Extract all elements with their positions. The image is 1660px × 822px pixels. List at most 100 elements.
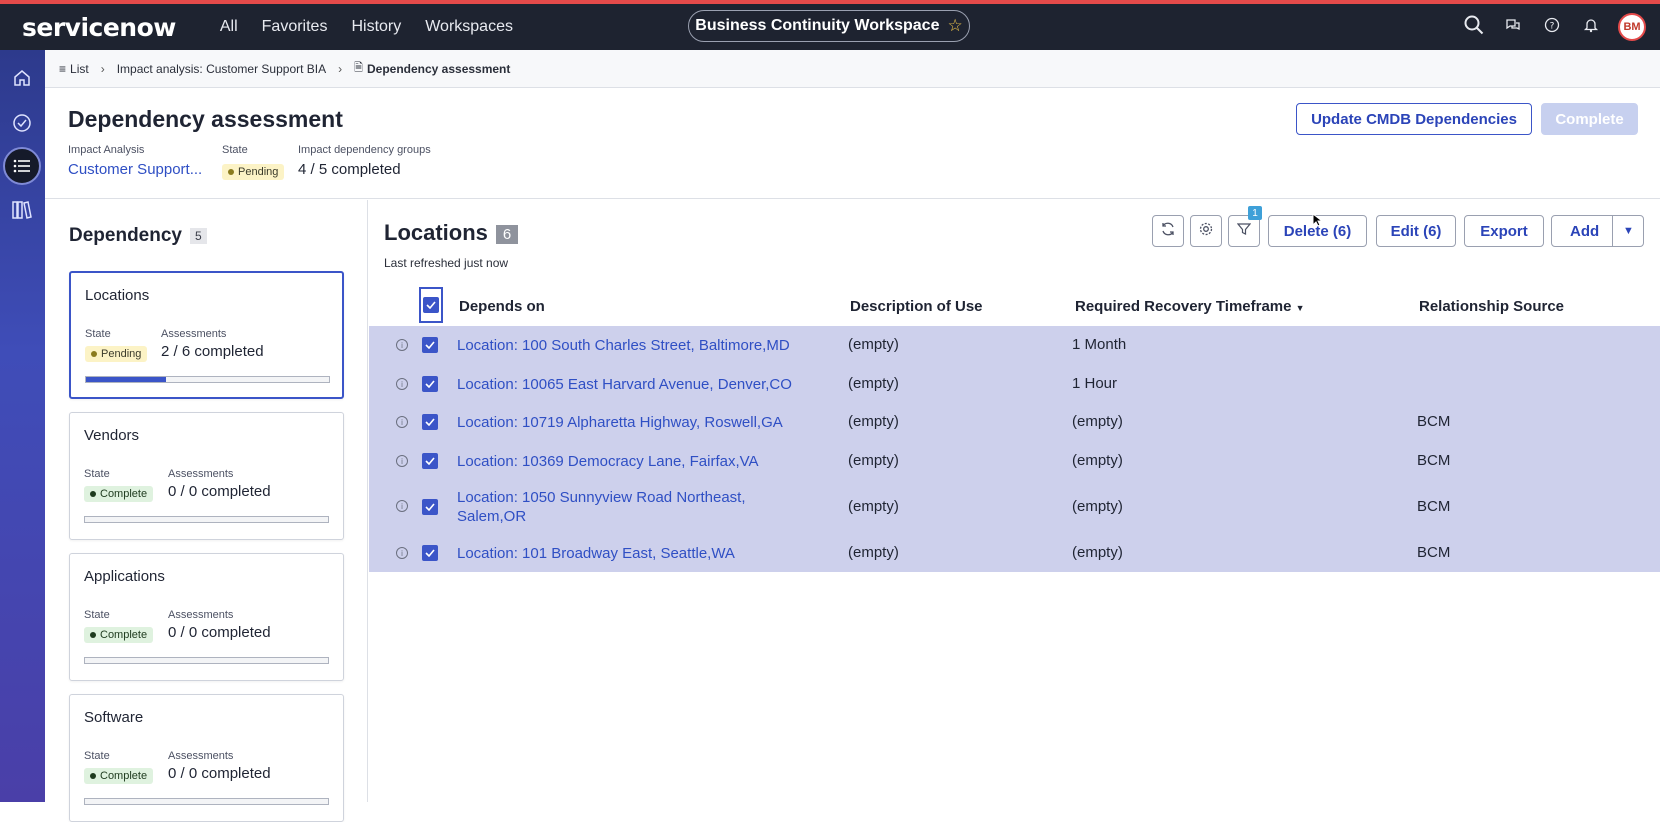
description-cell: (empty) [848, 336, 899, 353]
timeframe-cell: 1 Hour [1072, 375, 1118, 392]
card-state-label: State [84, 609, 110, 621]
table-row[interactable]: i Location: 10065 East Harvard Avenue, D… [369, 365, 1660, 403]
card-state-label: State [85, 328, 111, 340]
complete-button[interactable]: Complete [1541, 103, 1638, 135]
progress-fill [86, 377, 167, 382]
progress-bar [84, 657, 329, 664]
column-relationship-source[interactable]: Relationship Source [1419, 298, 1564, 315]
export-button[interactable]: Export [1464, 215, 1544, 247]
list-icon[interactable] [3, 147, 41, 185]
info-icon[interactable]: i [396, 500, 408, 512]
depends-on-link[interactable]: Location: 10369 Democracy Lane, Fairfax,… [457, 452, 759, 471]
mouse-cursor-icon [1312, 212, 1324, 232]
impact-analysis-link[interactable]: Customer Support... [68, 161, 202, 178]
update-cmdb-dependencies-button[interactable]: Update CMDB Dependencies [1296, 103, 1532, 135]
depends-on-link[interactable]: Location: 10719 Alpharetta Highway, Rosw… [457, 413, 783, 432]
workspace-switcher[interactable]: Business Continuity Workspace ☆ [688, 10, 970, 42]
info-icon[interactable]: i [396, 378, 408, 390]
bell-icon[interactable] [1571, 17, 1610, 38]
table-body: i Location: 100 South Charles Street, Ba… [369, 326, 1660, 572]
card-assessments-value: 0 / 0 completed [168, 624, 271, 641]
row-checkbox[interactable] [422, 414, 438, 430]
star-icon[interactable]: ☆ [947, 16, 962, 36]
timeframe-cell: (empty) [1072, 413, 1123, 430]
dependency-card-applications[interactable]: Applications State Complete Assessments … [69, 553, 344, 681]
row-checkbox[interactable] [422, 545, 438, 561]
table-row[interactable]: i Location: 101 Broadway East, Seattle,W… [369, 534, 1660, 572]
nav-all[interactable]: All [208, 18, 250, 36]
info-icon[interactable]: i [396, 455, 408, 467]
library-icon[interactable] [3, 191, 41, 229]
card-assessments-value: 0 / 0 completed [168, 765, 271, 782]
dependency-panel-title: Dependency 5 [69, 225, 207, 247]
left-rail [0, 50, 45, 802]
avatar[interactable]: BM [1618, 13, 1646, 41]
description-cell: (empty) [848, 498, 899, 515]
nav-history[interactable]: History [339, 18, 413, 36]
table-row[interactable]: i Location: 10369 Democracy Lane, Fairfa… [369, 442, 1660, 480]
help-icon[interactable]: ? [1532, 17, 1571, 38]
servicenow-logo[interactable]: servicenow [22, 13, 176, 42]
add-button-label: Add [1570, 222, 1600, 240]
depends-on-link[interactable]: Location: 100 South Charles Street, Balt… [457, 336, 790, 355]
chevron-right-icon: › [100, 61, 105, 76]
breadcrumb-parent[interactable]: Impact analysis: Customer Support BIA [117, 62, 326, 76]
row-checkbox[interactable] [422, 499, 438, 515]
table-row[interactable]: i Location: 1050 Sunnyview Road Northeas… [369, 480, 1660, 534]
description-cell: (empty) [848, 544, 899, 561]
add-dropdown-chevron-down-icon[interactable]: ▼ [1612, 216, 1644, 246]
card-state-label: State [84, 750, 110, 762]
workspace-name: Business Continuity Workspace [695, 17, 940, 34]
dependency-card-locations[interactable]: Locations State Pending Assessments 2 / … [69, 271, 344, 399]
add-button[interactable]: Add ▼ [1551, 215, 1644, 247]
column-timeframe[interactable]: Required Recovery Timeframe ▼ [1075, 298, 1305, 315]
card-assessments-label: Assessments [168, 609, 234, 621]
top-icons: ? BM [1454, 4, 1660, 50]
groups-label: Impact dependency groups [298, 144, 431, 156]
table-header: Depends on Description of Use Required R… [369, 286, 1660, 326]
column-description[interactable]: Description of Use [850, 298, 983, 315]
info-icon[interactable]: i [396, 416, 408, 428]
description-cell: (empty) [848, 452, 899, 469]
card-name: Vendors [84, 427, 140, 444]
depends-on-link[interactable]: Location: 10065 East Harvard Avenue, Den… [457, 375, 792, 394]
timeframe-cell: (empty) [1072, 544, 1123, 561]
status-badge: Complete [84, 627, 154, 643]
depends-on-link[interactable]: Location: 1050 Sunnyview Road Northeast,… [457, 488, 746, 526]
source-cell: BCM [1417, 413, 1451, 430]
impact-analysis-field: Impact Analysis Customer Support... [68, 144, 202, 178]
settings-button[interactable] [1190, 215, 1222, 247]
nav-workspaces[interactable]: Workspaces [413, 18, 525, 36]
nav-favorites[interactable]: Favorites [250, 18, 340, 36]
top-navigation-bar: servicenow All Favorites History Workspa… [0, 0, 1660, 50]
chevron-right-icon: › [338, 61, 343, 76]
dependency-card-software[interactable]: Software State Complete Assessments 0 / … [69, 694, 344, 822]
edit-button[interactable]: Edit (6) [1376, 215, 1456, 247]
list-title: Locations 6 [384, 220, 519, 246]
row-checkbox[interactable] [422, 453, 438, 469]
breadcrumb-current: Dependency assessment [366, 61, 511, 76]
state-field: State Pending [222, 144, 285, 180]
filter-count-badge: 1 [1248, 206, 1262, 220]
state-label: State [222, 144, 248, 156]
row-checkbox[interactable] [422, 376, 438, 392]
impact-analysis-label: Impact Analysis [68, 144, 145, 156]
dependency-card-vendors[interactable]: Vendors State Complete Assessments 0 / 0… [69, 412, 344, 540]
check-circle-icon[interactable] [3, 104, 41, 142]
table-row[interactable]: i Location: 100 South Charles Street, Ba… [369, 326, 1660, 365]
info-icon[interactable]: i [396, 339, 408, 351]
search-icon[interactable] [1454, 15, 1493, 40]
timeframe-cell: (empty) [1072, 452, 1123, 469]
depends-on-link[interactable]: Location: 101 Broadway East, Seattle,WA [457, 544, 735, 563]
home-icon[interactable] [3, 59, 41, 97]
table-row[interactable]: i Location: 10719 Alpharetta Highway, Ro… [369, 403, 1660, 442]
main-nav: All Favorites History Workspaces [208, 18, 525, 36]
breadcrumb-list[interactable]: List [70, 62, 89, 76]
chat-icon[interactable] [1493, 17, 1532, 38]
page-title: Dependency assessment [68, 106, 343, 132]
column-depends-on[interactable]: Depends on [459, 298, 545, 315]
row-checkbox[interactable] [422, 337, 438, 353]
info-icon[interactable]: i [396, 547, 408, 559]
refresh-button[interactable] [1152, 215, 1184, 247]
breadcrumb: ≡ List › Impact analysis: Customer Suppo… [45, 50, 1660, 88]
